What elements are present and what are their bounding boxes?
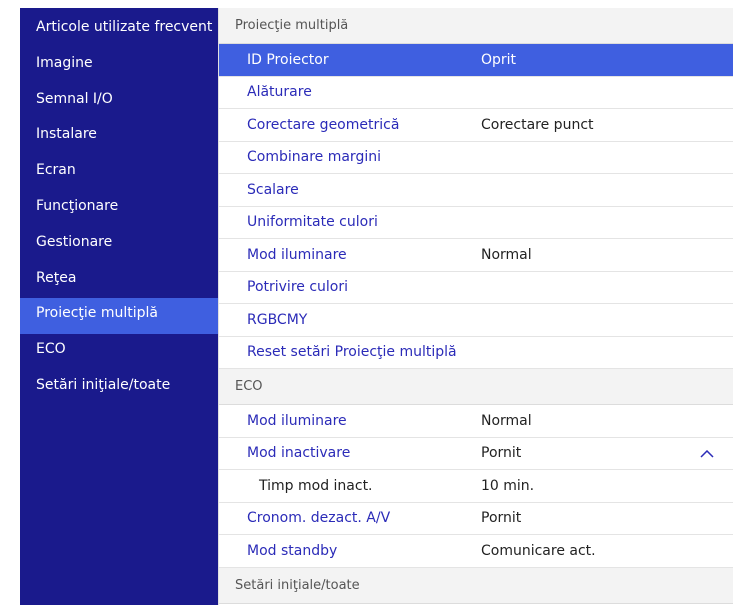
row-label: Mod standby	[247, 542, 338, 559]
sidebar-item-installation[interactable]: Instalare	[20, 119, 218, 155]
row-projector-id[interactable]: ID Proiector Oprit	[219, 44, 733, 77]
row-label: ID Proiector	[247, 51, 329, 68]
row-value: Normal	[481, 412, 532, 429]
section-header-multi-projection: Proiecţie multiplă	[219, 8, 733, 44]
row-label: Combinare margini	[247, 149, 381, 165]
row-label: Potrivire culori	[247, 279, 349, 295]
row-label: Timp mod inact.	[259, 477, 373, 494]
row-label: Scalare	[247, 181, 299, 198]
sidebar-item-initial-settings[interactable]: Setări iniţiale/toate	[20, 370, 218, 406]
row-scaling[interactable]: Scalare	[219, 174, 733, 207]
sidebar-item-network[interactable]: Reţea	[20, 263, 218, 299]
row-label: Cronom. dezact. A/V	[247, 510, 391, 526]
row-label: Mod iluminare	[247, 412, 347, 429]
sidebar-item-frequent[interactable]: Articole utilizate frecvent	[20, 12, 218, 48]
section-header-initial-settings: Setări iniţiale/toate	[219, 567, 733, 604]
sidebar-item-management[interactable]: Gestionare	[20, 227, 218, 263]
settings-panel: Proiecţie multiplă ID Proiector Oprit Al…	[218, 8, 733, 605]
row-tiling[interactable]: Alăturare	[219, 77, 733, 109]
row-reset-multi-projection[interactable]: Reset setări Proiecţie multiplă	[219, 337, 733, 369]
section-header-eco: ECO	[219, 369, 733, 405]
sidebar-item-signal-io[interactable]: Semnal I/O	[20, 84, 218, 120]
row-label: Mod iluminare	[247, 246, 347, 263]
row-color-uniformity[interactable]: Uniformitate culori	[219, 207, 733, 239]
row-eco-light-mode[interactable]: Mod iluminare Normal	[219, 405, 733, 438]
chevron-up-icon[interactable]	[699, 438, 715, 470]
row-label: Corectare geometrică	[247, 116, 400, 133]
row-value: Comunicare act.	[481, 542, 596, 559]
sidebar: Articole utilizate frecvent Imagine Semn…	[20, 8, 218, 605]
row-color-matching[interactable]: Potrivire culori	[219, 272, 733, 304]
sidebar-item-eco[interactable]: ECO	[20, 334, 218, 370]
sidebar-item-image[interactable]: Imagine	[20, 48, 218, 84]
row-value: Pornit	[481, 510, 522, 526]
row-label: Reset setări Proiecţie multiplă	[247, 344, 457, 360]
row-label: Uniformitate culori	[247, 214, 378, 230]
row-value: Oprit	[481, 51, 517, 68]
row-rgbcmy[interactable]: RGBCMY	[219, 304, 733, 337]
row-label: Alăturare	[247, 84, 312, 100]
sidebar-item-multi-projection[interactable]: Proiecţie multiplă	[20, 298, 218, 335]
row-light-mode[interactable]: Mod iluminare Normal	[219, 239, 733, 272]
row-value: Pornit	[481, 445, 522, 461]
projector-menu: Articole utilizate frecvent Imagine Semn…	[20, 8, 733, 605]
sidebar-item-operation[interactable]: Funcţionare	[20, 191, 218, 227]
row-value: 10 min.	[481, 477, 535, 494]
row-label: RGBCMY	[247, 311, 308, 328]
row-value: Corectare punct	[481, 116, 594, 133]
row-sleep-mode-timer[interactable]: Timp mod inact. 10 min.	[219, 470, 733, 503]
row-edge-blending[interactable]: Combinare margini	[219, 142, 733, 174]
row-standby-mode[interactable]: Mod standby Comunicare act.	[219, 535, 733, 568]
row-sleep-mode[interactable]: Mod inactivare Pornit	[219, 438, 733, 470]
sidebar-item-display[interactable]: Ecran	[20, 155, 218, 191]
row-label: Mod inactivare	[247, 445, 351, 461]
row-value: Normal	[481, 246, 532, 263]
row-geometry-correction[interactable]: Corectare geometrică Corectare punct	[219, 109, 733, 142]
row-av-mute-timer[interactable]: Cronom. dezact. A/V Pornit	[219, 503, 733, 535]
